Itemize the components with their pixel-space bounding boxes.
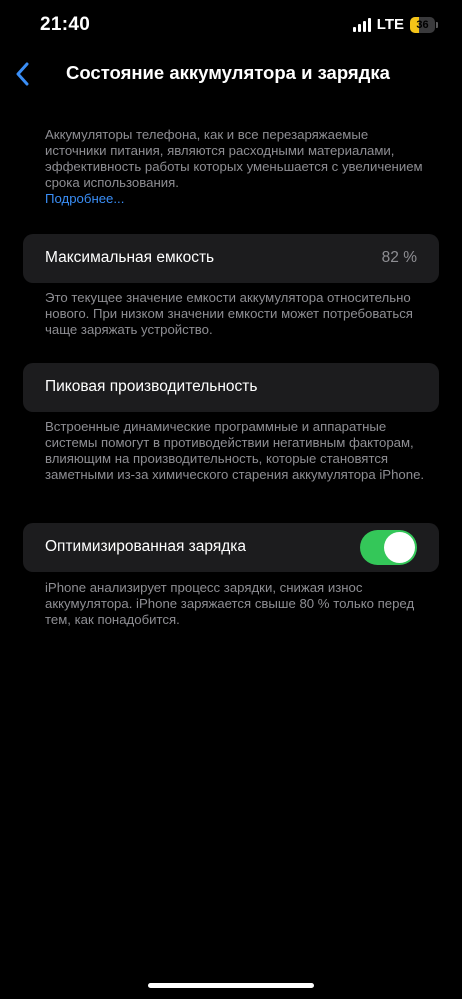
- back-button[interactable]: [10, 60, 34, 88]
- status-time: 21:40: [40, 14, 91, 35]
- battery-icon: 36: [410, 16, 438, 33]
- max-capacity-value: 82 %: [381, 249, 417, 266]
- optimized-charging-toggle[interactable]: [360, 530, 417, 565]
- battery-level: 36: [416, 18, 429, 31]
- intro-section: Аккумуляторы телефона, как и все перезар…: [45, 127, 425, 207]
- peak-performance-note: Встроенные динамические программные и ап…: [45, 419, 425, 482]
- optimized-charging-label: Оптимизированная зарядка: [45, 538, 247, 555]
- peak-performance-row: Пиковая производительность: [23, 363, 439, 412]
- screen: 21:40 LTE 36 Состояние аккумулятора и за…: [0, 0, 462, 999]
- network-type: LTE: [376, 16, 404, 33]
- chevron-left-icon: [16, 62, 29, 86]
- peak-performance-label: Пиковая производительность: [45, 378, 258, 395]
- page-title: Состояние аккумулятора и зарядка: [66, 62, 390, 83]
- max-capacity-note: Это текущее значение емкости аккумулятор…: [45, 290, 413, 337]
- learn-more-link[interactable]: Подробнее...: [45, 191, 425, 207]
- optimized-charging-note: iPhone анализирует процесс зарядки, сниж…: [45, 580, 415, 627]
- toggle-knob: [384, 532, 415, 563]
- cellular-signal-icon: [352, 17, 371, 32]
- max-capacity-row: Максимальная емкость 82 %: [23, 234, 439, 283]
- max-capacity-label: Максимальная емкость: [45, 249, 215, 266]
- status-icons: LTE 36: [352, 16, 438, 33]
- optimized-charging-row: Оптимизированная зарядка: [23, 523, 439, 572]
- intro-text: Аккумуляторы телефона, как и все перезар…: [45, 127, 423, 190]
- home-indicator[interactable]: [148, 983, 314, 988]
